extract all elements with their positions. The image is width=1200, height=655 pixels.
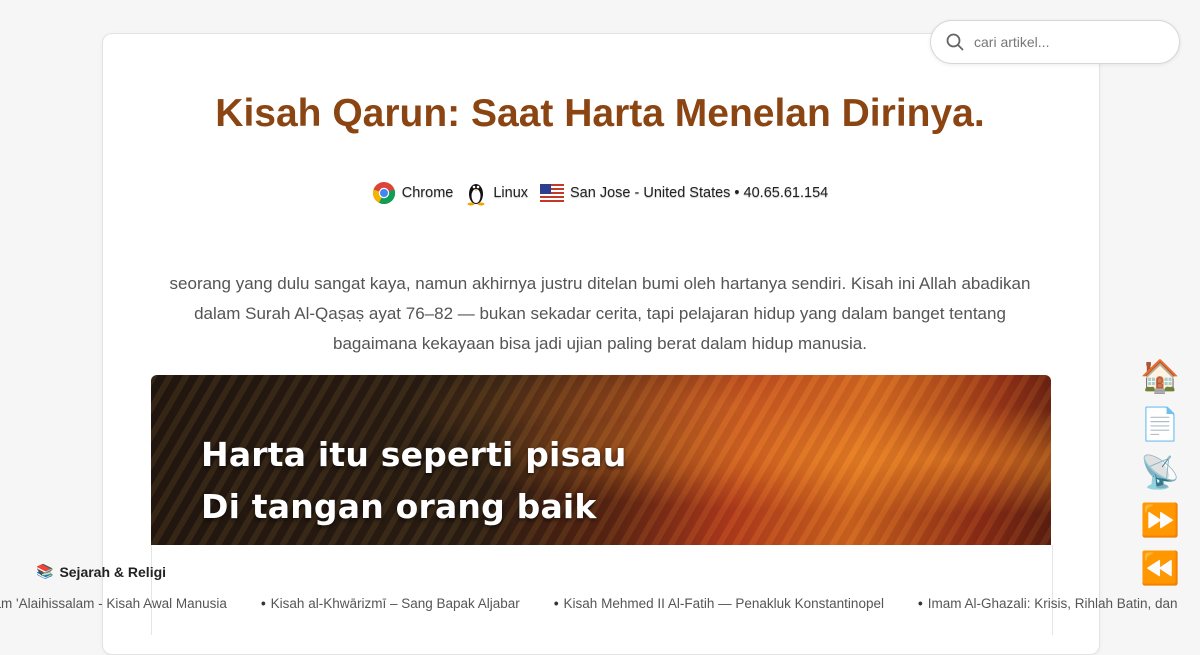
location-text: San Jose - United States • 40.65.61.154: [570, 185, 829, 201]
hero-frame: [151, 545, 1053, 635]
us-flag-icon: [540, 184, 565, 202]
side-navigation: 🏠 📄 📡 ⏩ ⏪: [1140, 356, 1180, 588]
ticker-item[interactable]: dam 'Alaihissalam - Kisah Awal Manusia: [0, 596, 227, 611]
next-icon[interactable]: ⏩: [1140, 500, 1180, 540]
ticker-item[interactable]: • Kisah al-Khwārizmī – Sang Bapak Aljaba…: [261, 596, 520, 611]
search-icon[interactable]: [946, 33, 964, 51]
ticker-label: 📚 Sejarah & Religi: [36, 563, 166, 580]
ticker-item-text[interactable]: dam 'Alaihissalam - Kisah Awal Manusia: [0, 596, 227, 611]
hero-quote-line-1: Harta itu seperti pisau: [201, 435, 627, 474]
bullet-icon: •: [260, 596, 266, 611]
bullet-icon: •: [553, 596, 559, 611]
ticker-item-text[interactable]: Kisah Mehmed II Al-Fatih — Penakluk Kons…: [564, 596, 884, 611]
search-input[interactable]: [972, 33, 1166, 51]
location-info: San Jose - United States • 40.65.61.154: [540, 184, 828, 202]
news-ticker: dam 'Alaihissalam - Kisah Awal Manusia •…: [0, 596, 1200, 618]
os-info: Linux: [465, 180, 528, 206]
search-box[interactable]: [930, 20, 1180, 64]
rss-icon[interactable]: 📡: [1140, 452, 1180, 492]
home-icon[interactable]: 🏠: [1140, 356, 1180, 396]
browser-name: Chrome: [401, 185, 454, 201]
ticker-title: Sejarah & Religi: [59, 563, 167, 580]
chrome-icon: [372, 181, 396, 205]
browser-info: Chrome: [372, 181, 454, 205]
ticker-track: dam 'Alaihissalam - Kisah Awal Manusia •…: [0, 596, 1178, 611]
ticker-item-text[interactable]: Imam Al-Ghazali: Krisis, Rihlah Batin, d…: [928, 596, 1178, 611]
ticker-item-text[interactable]: Kisah al-Khwārizmī – Sang Bapak Aljabar: [271, 596, 520, 611]
ticker-item[interactable]: • Kisah Mehmed II Al-Fatih — Penakluk Ko…: [554, 596, 884, 611]
prev-icon[interactable]: ⏪: [1140, 548, 1180, 588]
visitor-info: Chrome Linux San Jose - United States • …: [0, 180, 1200, 206]
hero-image: Harta itu seperti pisau Di tangan orang …: [151, 375, 1051, 545]
article-title: Kisah Qarun: Saat Harta Menelan Dirinya.: [215, 92, 985, 135]
linux-icon: [465, 180, 487, 206]
page-icon[interactable]: 📄: [1140, 404, 1180, 444]
books-icon: 📚: [36, 563, 54, 579]
os-name: Linux: [493, 185, 529, 201]
article-lead: seorang yang dulu sangat kaya, namun akh…: [169, 274, 1031, 353]
ticker-item[interactable]: • Imam Al-Ghazali: Krisis, Rihlah Batin,…: [918, 596, 1178, 611]
hero-quote-line-2: Di tangan orang baik: [201, 487, 597, 526]
bullet-icon: •: [917, 596, 923, 611]
